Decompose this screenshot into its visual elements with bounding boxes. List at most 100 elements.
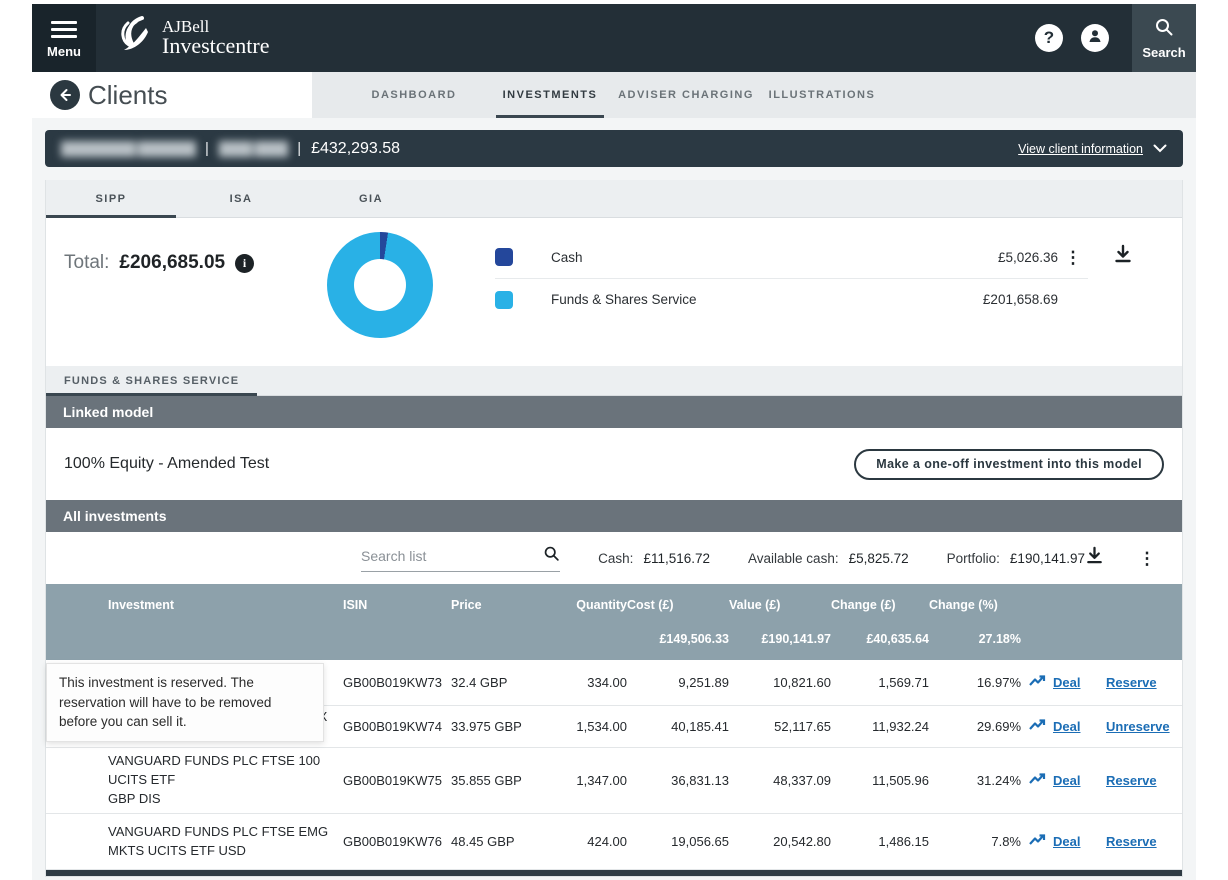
- search-button[interactable]: Search: [1132, 4, 1196, 72]
- menu-button[interactable]: Menu: [32, 4, 96, 72]
- reserve-link[interactable]: Reserve: [1106, 834, 1157, 849]
- tab-sipp[interactable]: SIPP: [46, 180, 176, 217]
- total-label: Total:: [64, 252, 109, 274]
- clients-back[interactable]: Clients: [32, 72, 312, 118]
- total-value: £190,141.97: [729, 632, 831, 646]
- isin: GB00B019KW74: [343, 719, 451, 734]
- trend-up-icon: [1029, 719, 1046, 734]
- tab-funds-shares-service[interactable]: FUNDS & SHARES SERVICE: [46, 366, 257, 395]
- allocation-donut-chart: [327, 232, 433, 338]
- nav-row: Clients DASHBOARD INVESTMENTS ADVISER CH…: [32, 72, 1196, 118]
- search-label: Search: [1142, 45, 1185, 60]
- quantity: 424.00: [539, 834, 627, 849]
- kebab-menu-icon[interactable]: ⋮: [1058, 249, 1088, 266]
- content-area: █████████ ███████ | ████ ████ | £432,293…: [32, 118, 1196, 880]
- unreserve-link[interactable]: Unreserve: [1106, 719, 1170, 734]
- tab-isa[interactable]: ISA: [176, 180, 306, 217]
- view-client-information-link[interactable]: View client information: [1018, 142, 1143, 156]
- deal-link[interactable]: Deal: [1053, 675, 1080, 690]
- linked-model-header: Linked model: [46, 396, 1182, 428]
- legend-value: £201,658.69: [983, 292, 1058, 307]
- col-value: Value (£): [729, 596, 831, 632]
- page-tabs: DASHBOARD INVESTMENTS ADVISER CHARGING I…: [312, 72, 1196, 118]
- change-pct: 31.24%: [929, 773, 1021, 788]
- change-pct: 29.69%: [929, 719, 1021, 734]
- page: Menu AJBell Investcentre ?: [0, 0, 1228, 880]
- allocation-legend: Cash £5,026.36 ⋮ Funds & Shares Service …: [495, 218, 1088, 366]
- col-cost: Cost (£): [627, 596, 729, 632]
- trend-up-icon: [1029, 675, 1046, 690]
- client-ref-redacted: ████ ████: [219, 141, 287, 156]
- tab-illustrations[interactable]: ILLUSTRATIONS: [754, 72, 890, 118]
- reserve-link[interactable]: Reserve: [1106, 773, 1157, 788]
- portfolio-label: Portfolio:: [947, 551, 1000, 566]
- trend-up-icon: [1029, 773, 1046, 788]
- deal-link[interactable]: Deal: [1053, 773, 1080, 788]
- menu-label: Menu: [47, 44, 81, 59]
- isin: GB00B019KW73: [343, 675, 451, 690]
- total-value: £206,685.05: [119, 252, 225, 274]
- download-icon[interactable]: [1085, 546, 1104, 570]
- portfolio-value: £190,141.97: [1010, 551, 1085, 566]
- isin: GB00B019KW76: [343, 834, 451, 849]
- user-icon: [1087, 28, 1103, 49]
- tab-investments[interactable]: INVESTMENTS: [482, 72, 618, 118]
- top-header-bar: Menu AJBell Investcentre ?: [32, 4, 1196, 72]
- profile-button[interactable]: [1081, 24, 1109, 52]
- table-row: VANGUARD FUNDS PLC FTSE 100 UCITS ETF GB…: [46, 748, 1182, 814]
- legend-row-funds-shares: Funds & Shares Service £201,658.69 ⋮: [495, 278, 1088, 320]
- info-icon[interactable]: i: [235, 254, 254, 273]
- table-row: VANGUARD FUNDS PLC FTSE EMG MKTS UCITS E…: [46, 814, 1182, 870]
- change-pct: 16.97%: [929, 675, 1021, 690]
- tab-dashboard[interactable]: DASHBOARD: [346, 72, 482, 118]
- help-button[interactable]: ?: [1035, 24, 1063, 52]
- legend-label: Funds & Shares Service: [551, 292, 983, 307]
- back-arrow-icon[interactable]: [50, 80, 80, 110]
- quantity: 1,534.00: [539, 719, 627, 734]
- change: 1,486.15: [831, 834, 929, 849]
- total-change: £40,635.64: [831, 632, 929, 646]
- page-title: Clients: [88, 80, 167, 111]
- separator: |: [205, 140, 209, 157]
- legend-row-cash: Cash £5,026.36 ⋮: [495, 236, 1088, 278]
- trend-up-icon: [1029, 834, 1046, 849]
- hamburger-icon: [51, 17, 77, 42]
- deal-link[interactable]: Deal: [1053, 719, 1080, 734]
- tab-gia[interactable]: GIA: [306, 180, 436, 217]
- col-price: Price: [451, 596, 539, 632]
- reserve-link[interactable]: Reserve: [1106, 675, 1157, 690]
- model-name: 100% Equity - Amended Test: [64, 455, 854, 473]
- chevron-down-icon[interactable]: [1153, 140, 1167, 157]
- cost: 36,831.13: [627, 773, 729, 788]
- cash-label: Cash:: [598, 551, 633, 566]
- search-list-input[interactable]: [361, 548, 543, 564]
- cash-value: £11,516.72: [643, 551, 710, 566]
- col-change: Change (£): [831, 596, 929, 632]
- price: 48.45 GBP: [451, 834, 539, 849]
- client-summary-bar: █████████ ███████ | ████ ████ | £432,293…: [45, 130, 1183, 167]
- investment-name: VANGUARD FUNDS PLC FTSE 100 UCITS ETF GB…: [108, 752, 343, 809]
- isin: GB00B019KW75: [343, 773, 451, 788]
- separator: |: [297, 140, 301, 157]
- search-list-field[interactable]: [361, 545, 560, 572]
- value: 48,337.09: [729, 773, 831, 788]
- one-off-investment-button[interactable]: Make a one-off investment into this mode…: [854, 449, 1164, 480]
- kebab-menu-icon[interactable]: ⋮: [1132, 550, 1162, 567]
- brand-logo: AJBell Investcentre: [112, 4, 270, 72]
- investment-name: VANGUARD FUNDS PLC FTSE EMG MKTS UCITS E…: [108, 823, 343, 861]
- cost: 19,056.65: [627, 834, 729, 849]
- account-summary: Total: £206,685.05 i Cash £5,026.36 ⋮: [46, 218, 1182, 366]
- ajbell-swoosh-icon: [112, 14, 158, 63]
- col-quantity: Quantity: [539, 596, 627, 632]
- value: 20,542.80: [729, 834, 831, 849]
- investments-table-body: This investment is reserved. The reserva…: [46, 660, 1182, 870]
- value: 52,117.65: [729, 719, 831, 734]
- client-name-redacted: █████████ ███████: [61, 141, 195, 156]
- deal-link[interactable]: Deal: [1053, 834, 1080, 849]
- available-cash-value: £5,825.72: [849, 551, 909, 566]
- download-icon[interactable]: [1113, 244, 1133, 366]
- change: 11,505.96: [831, 773, 929, 788]
- brand-text: AJBell Investcentre: [162, 18, 270, 58]
- tab-adviser-charging[interactable]: ADVISER CHARGING: [618, 72, 754, 118]
- cost: 9,251.89: [627, 675, 729, 690]
